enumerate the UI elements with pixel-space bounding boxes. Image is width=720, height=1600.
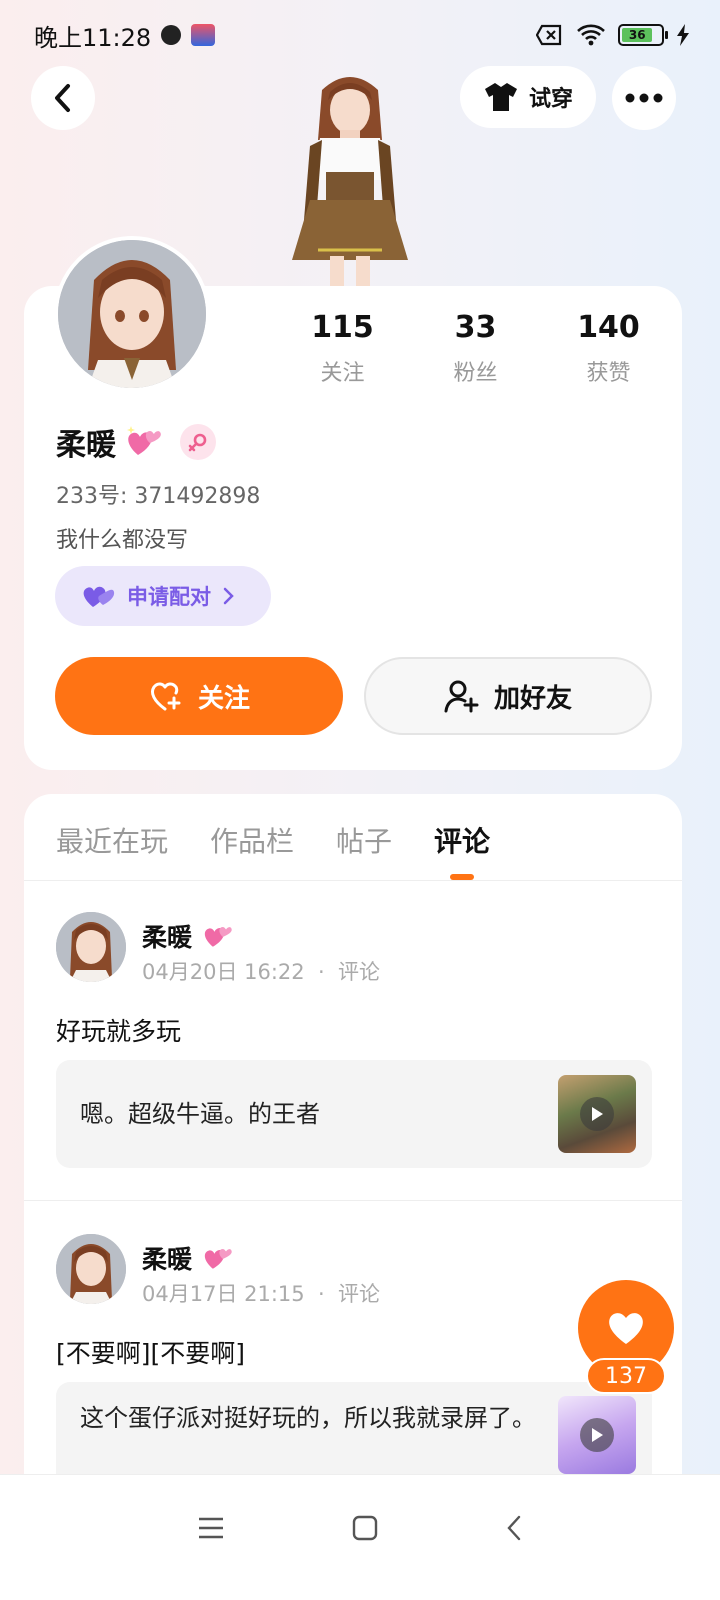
follow-label: 关注 [197, 683, 250, 714]
post-author-row: 柔暖 [142, 918, 233, 954]
video-thumbnail[interactable] [558, 1075, 636, 1153]
back-icon[interactable] [506, 1515, 522, 1541]
status-bar: 晚上11:28 36 [0, 0, 720, 70]
name-row: 柔暖 [56, 420, 216, 464]
battery-icon: 36 [618, 24, 668, 46]
stats-row: 115 关注 33 粉丝 140 获赞 [276, 310, 676, 387]
double-heart-icon [83, 586, 115, 607]
charging-icon [677, 24, 689, 46]
bio: 我什么都没写 [56, 528, 189, 553]
try-on-label: 试穿 [528, 87, 573, 112]
notification-icon [161, 25, 182, 45]
chevron-right-icon [223, 587, 234, 605]
tab-bar: 最近在玩 作品栏 帖子 评论 [56, 820, 491, 880]
stat-label: 获赞 [586, 361, 631, 386]
play-icon [580, 1097, 614, 1131]
tab-recently-played[interactable]: 最近在玩 [56, 820, 168, 860]
post-meta: 04月17日 21:15 · 评论 [142, 1278, 380, 1308]
post-author: 柔暖 [142, 923, 193, 952]
play-icon [580, 1418, 614, 1452]
comment-text: 好玩就多玩 [56, 1017, 182, 1046]
post-date: 04月20日 16:22 [142, 960, 305, 984]
more-button[interactable] [612, 66, 676, 130]
divider [24, 880, 682, 881]
heart-icon [609, 1313, 643, 1344]
stat-label: 关注 [320, 361, 365, 386]
heart-plus-icon [150, 682, 181, 711]
quoted-text: 嗯。超级牛逼。的王者 [80, 1100, 320, 1128]
post-date: 04月17日 21:15 [142, 1282, 305, 1306]
home-icon[interactable] [352, 1515, 378, 1541]
stat-followers[interactable]: 33 粉丝 [409, 310, 542, 387]
request-pair-button[interactable]: 申请配对 [55, 566, 271, 626]
tab-posts[interactable]: 帖子 [336, 820, 392, 860]
sparkling-hearts-icon [204, 926, 232, 947]
meta-dot: · [311, 1282, 332, 1306]
chevron-left-icon [55, 84, 70, 112]
stat-likes[interactable]: 140 获赞 [542, 310, 675, 387]
like-count-badge: 137 [586, 1358, 666, 1394]
stat-value: 33 [454, 310, 497, 345]
profile-name: 柔暖 [56, 428, 116, 463]
tshirt-icon [484, 83, 517, 111]
post-meta: 04月20日 16:22 · 评论 [142, 956, 380, 986]
more-icon [625, 93, 663, 103]
quoted-content[interactable]: 嗯。超级牛逼。的王者 [56, 1060, 652, 1168]
stat-value: 115 [311, 310, 374, 345]
post-type: 评论 [338, 1282, 381, 1306]
system-nav-bar [0, 1474, 720, 1600]
post-author-row: 柔暖 [142, 1240, 233, 1276]
follow-button[interactable]: 关注 [55, 657, 343, 735]
tab-comments-label: 评论 [434, 825, 491, 858]
stat-label: 粉丝 [453, 361, 498, 386]
sim-off-icon [536, 24, 562, 46]
post-author: 柔暖 [142, 1245, 193, 1274]
tab-comments[interactable]: 评论 [434, 820, 491, 880]
divider [24, 1200, 682, 1201]
try-on-button[interactable]: 试穿 [460, 66, 596, 128]
add-friend-label: 加好友 [493, 683, 572, 714]
battery-level: 36 [622, 28, 653, 42]
status-time: 晚上11:28 [34, 23, 152, 52]
avatar-3d-figure [292, 77, 408, 290]
post-avatar[interactable] [56, 912, 126, 982]
wifi-icon [577, 24, 605, 46]
avatar[interactable] [54, 236, 210, 392]
avatar-image [58, 240, 206, 388]
post-avatar[interactable] [56, 1234, 126, 1304]
video-thumbnail[interactable] [558, 1396, 636, 1474]
stat-following[interactable]: 115 关注 [276, 310, 409, 387]
tab-works[interactable]: 作品栏 [210, 820, 294, 860]
status-right: 36 [536, 23, 690, 47]
quoted-text: 这个蛋仔派对挺好玩的，所以我就录屏了。 [80, 1404, 536, 1432]
request-pair-label: 申请配对 [127, 585, 211, 609]
post-type: 评论 [338, 960, 381, 984]
female-icon [180, 424, 216, 460]
app-notification-icon [191, 24, 216, 46]
menu-icon[interactable] [198, 1517, 224, 1539]
back-button[interactable] [31, 66, 95, 130]
add-user-icon [444, 680, 479, 713]
comment-text: [不要啊][不要啊] [56, 1339, 246, 1368]
meta-dot: · [311, 960, 332, 984]
user-id: 233号: 371492898 [56, 484, 261, 509]
stat-value: 140 [577, 310, 640, 345]
add-friend-button[interactable]: 加好友 [364, 657, 652, 735]
status-left: 晚上11:28 [34, 18, 216, 53]
feed-card: 最近在玩 作品栏 帖子 评论 柔暖 04月20日 16:22 · 评论 好玩就多… [24, 794, 682, 1494]
sparkling-hearts-icon [204, 1248, 232, 1269]
sparkling-hearts-icon [127, 426, 161, 455]
